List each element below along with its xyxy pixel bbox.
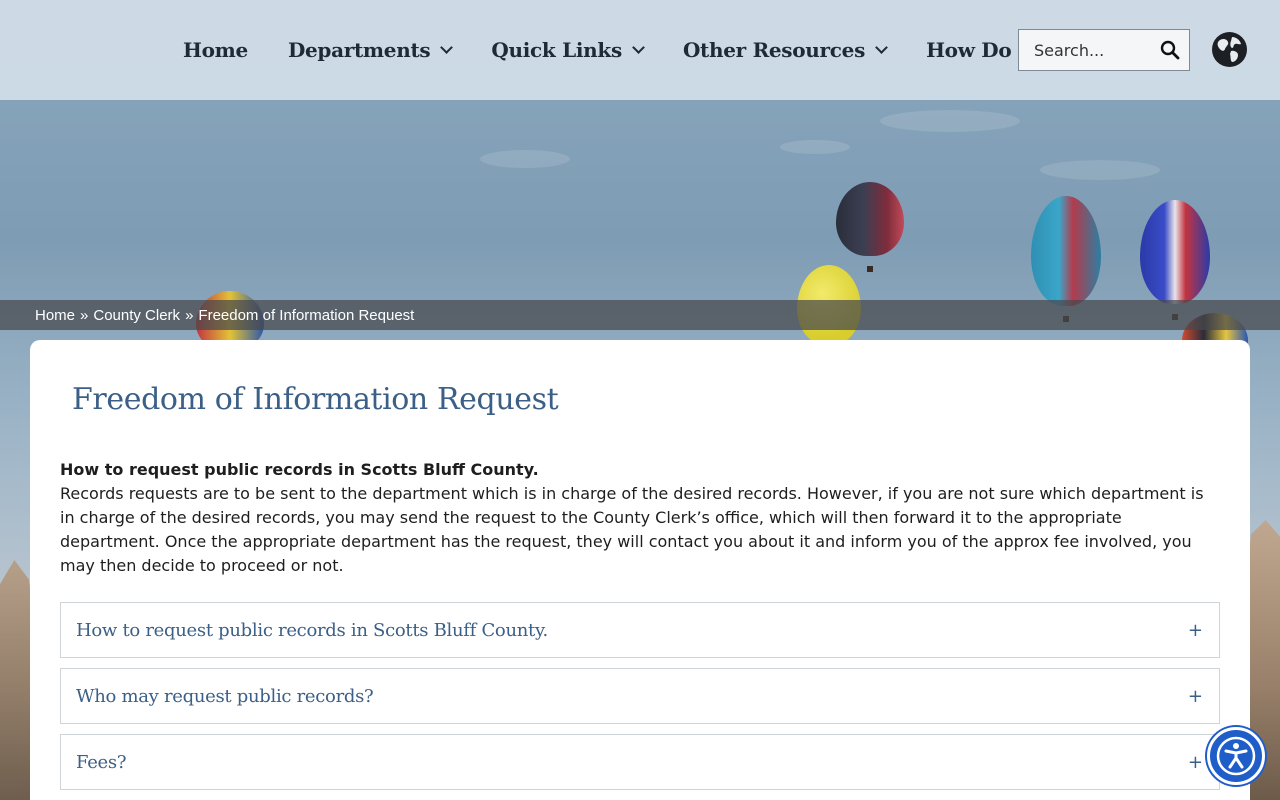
cloud (780, 140, 850, 154)
nav-item-departments[interactable]: Departments (287, 38, 454, 62)
plus-icon: + (1187, 685, 1203, 707)
search-icon[interactable] (1160, 40, 1180, 60)
nav-item-label: Other Resources (682, 38, 866, 62)
nav-item-label: How Do I (926, 38, 1028, 62)
accordion-item-fees[interactable]: Fees? + (60, 734, 1220, 790)
breadcrumb: Home » County Clerk » Freedom of Informa… (0, 300, 1280, 330)
accordion-item-who-may-request[interactable]: Who may request public records? + (60, 668, 1220, 724)
globe-icon[interactable] (1211, 31, 1248, 68)
intro-heading: How to request public records in Scotts … (60, 460, 539, 479)
main-nav: Home Departments Quick Links Other Resou… (163, 0, 1068, 100)
balloon-image (1140, 200, 1210, 320)
balloon-image (836, 182, 904, 272)
site-header: Home Departments Quick Links Other Resou… (0, 0, 1280, 100)
plus-icon: + (1187, 751, 1203, 773)
breadcrumb-link-home[interactable]: Home (35, 307, 75, 324)
breadcrumb-link-county-clerk[interactable]: County Clerk (93, 307, 180, 324)
chevron-down-icon (875, 41, 888, 54)
nav-item-label: Departments (287, 38, 431, 62)
nav-item-home[interactable]: Home (183, 38, 248, 62)
plus-icon: + (1187, 619, 1203, 641)
accordion-item-label: Who may request public records? (76, 685, 374, 707)
search-box (1018, 29, 1190, 71)
accessibility-icon (1216, 736, 1256, 776)
accordion-item-how-to-request[interactable]: How to request public records in Scotts … (60, 602, 1220, 658)
breadcrumb-separator: » (80, 306, 89, 324)
chevron-down-icon (440, 41, 454, 54)
nav-item-label: Quick Links (491, 38, 622, 62)
accordion-item-label: How to request public records in Scotts … (76, 619, 548, 641)
breadcrumb-separator: » (185, 306, 194, 324)
nav-item-quick-links[interactable]: Quick Links (491, 38, 645, 62)
intro-body: Records requests are to be sent to the d… (60, 484, 1204, 575)
accordion-item-label: Fees? (76, 751, 127, 773)
breadcrumb-current: Freedom of Information Request (198, 306, 415, 324)
cloud (480, 150, 570, 168)
nav-item-other-resources[interactable]: Other Resources (682, 38, 888, 62)
content-card: Freedom of Information Request How to re… (30, 340, 1250, 800)
chevron-down-icon (632, 41, 645, 54)
search-input[interactable] (1019, 30, 1149, 70)
nav-item-label: Home (183, 38, 248, 62)
balloon-image (1031, 196, 1101, 322)
intro-section: How to request public records in Scotts … (60, 458, 1220, 578)
cloud (880, 110, 1020, 132)
accessibility-button[interactable] (1207, 727, 1265, 785)
page-title: Freedom of Information Request (72, 382, 559, 417)
faq-accordion: How to request public records in Scotts … (60, 602, 1220, 800)
cloud (1040, 160, 1160, 180)
